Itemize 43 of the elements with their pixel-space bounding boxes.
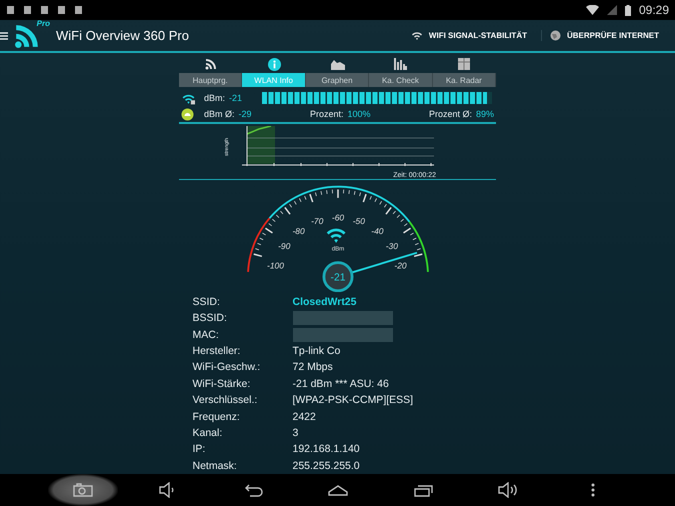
gauge-tick-label: -40: [370, 226, 383, 236]
info-value: 3: [292, 427, 298, 440]
action-button[interactable]: ÜBERPRÜFE INTERNET: [540, 30, 667, 41]
info-value: 2422: [292, 410, 316, 423]
info-label: MAC:: [192, 328, 220, 341]
info-value: ClosedWrt25: [292, 296, 356, 308]
info-label: Netmask:: [192, 460, 238, 472]
gauge-tick-label: -50: [352, 216, 364, 226]
action-button[interactable]: WIFI SIGNAL-STABILITÄT: [402, 30, 535, 42]
logo-text: Pro: [36, 18, 50, 28]
dbm-label: dBm:: [204, 93, 226, 103]
avg-dbm-label: dBm Ø:: [204, 109, 235, 119]
avg-percent-value: 89%: [476, 109, 494, 119]
gauge-tick-label: -80: [292, 226, 304, 236]
info-label: IP:: [192, 443, 206, 456]
info-label: Kanal:: [192, 427, 224, 440]
gauge-tick-label: -70: [310, 216, 323, 226]
percent-value: 100%: [348, 109, 371, 119]
gauge-reading: -21: [330, 272, 345, 284]
gauge-tick-label: -60: [331, 212, 344, 222]
info-label: Frequenz:: [192, 410, 241, 423]
info-label: Verschlüssel.:: [192, 394, 258, 406]
percent-label: Prozent:: [310, 109, 344, 119]
app-title: WiFi Overview 360 Pro: [56, 28, 190, 43]
info-label: BSSID:: [192, 312, 228, 324]
gauge-tick-label: -90: [278, 241, 290, 252]
gauge-tick-label: -100: [266, 260, 284, 270]
info-label: WiFi-Stärke:: [192, 378, 252, 390]
info-value: -21 dBm *** ASU: 46: [292, 378, 389, 390]
info-label: SSID:: [192, 296, 221, 308]
gauge-tick-label: -20: [394, 260, 406, 270]
info-value: 72 Mbps: [292, 361, 333, 374]
info-value: [WPA2-PSK-CCMP][ESS]: [292, 394, 414, 406]
clock: 09:29: [638, 3, 669, 17]
gauge-tick-label: -30: [385, 241, 398, 252]
info-value: 192.168.1.140: [292, 443, 360, 456]
info-value: Tp-link Co: [292, 345, 340, 358]
avg-dbm-value: -29: [238, 109, 252, 119]
info-label: Hersteller:: [192, 345, 242, 358]
info-value: 255.255.255.0: [292, 460, 360, 472]
avg-percent-label: Prozent Ø:: [428, 109, 472, 119]
info-label: WiFi-Geschw.:: [192, 361, 262, 374]
dbm-value: -21: [229, 93, 242, 103]
